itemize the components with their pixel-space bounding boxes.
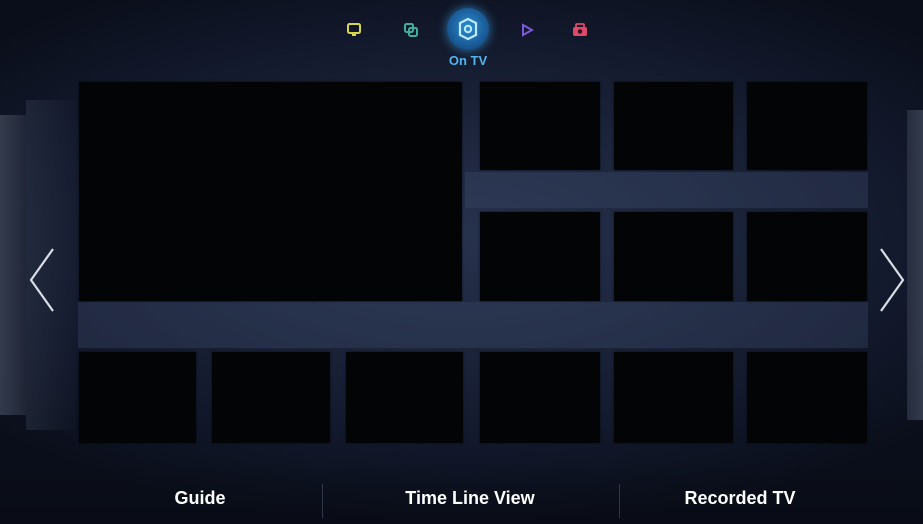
active-panel-label: On TV	[448, 53, 488, 68]
time-line-view-button[interactable]: Time Line View	[370, 484, 570, 512]
content-tile[interactable]	[747, 212, 867, 301]
content-tile[interactable]	[480, 212, 600, 301]
recorded-tv-button[interactable]: Recorded TV	[660, 484, 820, 512]
menu-divider	[322, 484, 323, 518]
on-tv-panel-icon	[458, 17, 478, 41]
chevron-right-icon	[880, 248, 905, 312]
content-tile[interactable]	[346, 352, 463, 443]
content-tile[interactable]	[614, 212, 733, 301]
chevron-left-icon	[29, 248, 54, 312]
on-tv-panel-button[interactable]	[447, 8, 489, 50]
panel-bar: On TV	[0, 8, 923, 68]
now-playing-tile[interactable]	[79, 82, 462, 301]
movies-tv-panel-icon[interactable]	[517, 20, 537, 40]
grid-band-lower	[78, 302, 868, 348]
scroll-left-button[interactable]	[22, 240, 62, 320]
apps-panel-icon[interactable]	[401, 20, 421, 40]
menu-divider	[619, 484, 620, 518]
scroll-right-button[interactable]	[872, 240, 912, 320]
smart-hub-screen: On TV Guide Time Line View Recorded TV	[0, 0, 923, 524]
guide-button[interactable]: Guide	[120, 484, 280, 512]
content-tile[interactable]	[614, 82, 733, 170]
content-tile[interactable]	[747, 352, 867, 443]
content-tile[interactable]	[79, 352, 196, 443]
content-tile[interactable]	[747, 82, 867, 170]
content-tile[interactable]	[212, 352, 330, 443]
content-tile[interactable]	[480, 352, 600, 443]
photos-videos-music-panel-icon[interactable]	[570, 20, 590, 40]
grid-band-upper	[465, 172, 868, 208]
social-panel-icon[interactable]	[344, 20, 364, 40]
content-tile[interactable]	[480, 82, 600, 170]
content-tile[interactable]	[614, 352, 733, 443]
